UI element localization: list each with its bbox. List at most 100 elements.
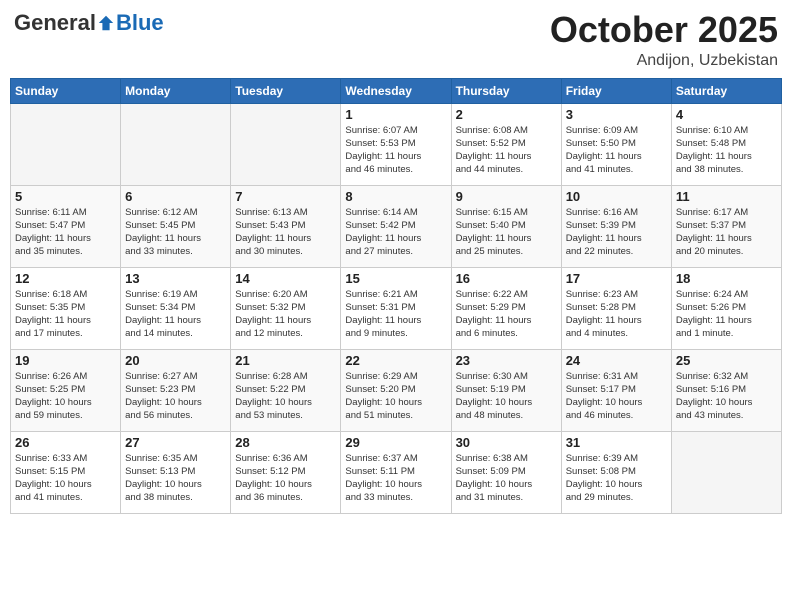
day-info: Sunrise: 6:29 AM Sunset: 5:20 PM Dayligh… [345,370,446,423]
calendar-week-3: 12Sunrise: 6:18 AM Sunset: 5:35 PM Dayli… [11,267,782,349]
day-info: Sunrise: 6:24 AM Sunset: 5:26 PM Dayligh… [676,288,777,341]
calendar-cell: 4 Sunrise: 6:10 AM Sunset: 5:48 PM Daylig… [671,103,781,185]
day-number: 25 [676,353,777,368]
day-info: Sunrise: 6:22 AM Sunset: 5:29 PM Dayligh… [456,288,557,341]
calendar-cell: 31Sunrise: 6:39 AM Sunset: 5:08 PM Dayli… [561,431,671,513]
calendar-cell: 30Sunrise: 6:38 AM Sunset: 5:09 PM Dayli… [451,431,561,513]
day-number: 30 [456,435,557,450]
calendar-cell: 19 Sunrise: 6:26 AM Sunset: 5:25 PM Dayli… [11,349,121,431]
weekday-header-wednesday: Wednesday [341,78,451,103]
day-info: Sunrise: 6:19 AM Sunset: 5:34 PM Dayligh… [125,288,226,341]
day-number: 2 [456,107,557,122]
weekday-header-thursday: Thursday [451,78,561,103]
day-info: Sunrise: 6:16 AM Sunset: 5:39 PM Dayligh… [566,206,667,259]
day-info: Sunrise: 6:27 AM Sunset: 5:23 PM Dayligh… [125,370,226,423]
calendar-cell: 21 Sunrise: 6:28 AM Sunset: 5:22 PM Dayli… [231,349,341,431]
day-info: Sunrise: 6:21 AM Sunset: 5:31 PM Dayligh… [345,288,446,341]
calendar-cell: 22Sunrise: 6:29 AM Sunset: 5:20 PM Dayli… [341,349,451,431]
calendar-cell: 8 Sunrise: 6:14 AM Sunset: 5:42 PM Daylig… [341,185,451,267]
day-info: Sunrise: 6:26 AM Sunset: 5:25 PM Dayligh… [15,370,116,423]
calendar-cell: 1 Sunrise: 6:07 AM Sunset: 5:53 PM Daylig… [341,103,451,185]
day-number: 12 [15,271,116,286]
day-number: 3 [566,107,667,122]
day-info: Sunrise: 6:20 AM Sunset: 5:32 PM Dayligh… [235,288,336,341]
day-number: 9 [456,189,557,204]
day-info: Sunrise: 6:37 AM Sunset: 5:11 PM Dayligh… [345,452,446,505]
calendar-cell [671,431,781,513]
calendar-cell: 14 Sunrise: 6:20 AM Sunset: 5:32 PM Dayli… [231,267,341,349]
day-number: 1 [345,107,446,122]
calendar-cell: 26 Sunrise: 6:33 AM Sunset: 5:15 PM Dayli… [11,431,121,513]
calendar-week-1: 1 Sunrise: 6:07 AM Sunset: 5:53 PM Daylig… [11,103,782,185]
day-info: Sunrise: 6:13 AM Sunset: 5:43 PM Dayligh… [235,206,336,259]
day-number: 17 [566,271,667,286]
calendar-cell [121,103,231,185]
weekday-header-tuesday: Tuesday [231,78,341,103]
calendar-table: SundayMondayTuesdayWednesdayThursdayFrid… [10,78,782,514]
page-header: General Blue October 2025 Andijon, Uzbek… [10,10,782,70]
day-number: 10 [566,189,667,204]
day-number: 19 [15,353,116,368]
day-info: Sunrise: 6:28 AM Sunset: 5:22 PM Dayligh… [235,370,336,423]
day-info: Sunrise: 6:32 AM Sunset: 5:16 PM Dayligh… [676,370,777,423]
calendar-cell: 18 Sunrise: 6:24 AM Sunset: 5:26 PM Dayli… [671,267,781,349]
weekday-header-friday: Friday [561,78,671,103]
calendar-cell: 2 Sunrise: 6:08 AM Sunset: 5:52 PM Daylig… [451,103,561,185]
weekday-header-sunday: Sunday [11,78,121,103]
weekday-header-monday: Monday [121,78,231,103]
calendar-cell: 16 Sunrise: 6:22 AM Sunset: 5:29 PM Dayli… [451,267,561,349]
month-title: October 2025 [550,10,778,50]
weekday-header-saturday: Saturday [671,78,781,103]
calendar-cell: 25 Sunrise: 6:32 AM Sunset: 5:16 PM Dayli… [671,349,781,431]
calendar-cell: 29 Sunrise: 6:37 AM Sunset: 5:11 PM Dayli… [341,431,451,513]
day-number: 23 [456,353,557,368]
calendar-cell: 27Sunrise: 6:35 AM Sunset: 5:13 PM Dayli… [121,431,231,513]
calendar-cell: 5Sunrise: 6:11 AM Sunset: 5:47 PM Daylig… [11,185,121,267]
calendar-cell: 11Sunrise: 6:17 AM Sunset: 5:37 PM Dayli… [671,185,781,267]
day-info: Sunrise: 6:33 AM Sunset: 5:15 PM Dayligh… [15,452,116,505]
day-number: 21 [235,353,336,368]
day-info: Sunrise: 6:10 AM Sunset: 5:48 PM Dayligh… [676,124,777,177]
day-number: 5 [15,189,116,204]
day-number: 16 [456,271,557,286]
day-number: 11 [676,189,777,204]
day-number: 24 [566,353,667,368]
location-text: Andijon, Uzbekistan [550,52,778,70]
calendar-cell: 23Sunrise: 6:30 AM Sunset: 5:19 PM Dayli… [451,349,561,431]
day-info: Sunrise: 6:39 AM Sunset: 5:08 PM Dayligh… [566,452,667,505]
day-info: Sunrise: 6:14 AM Sunset: 5:42 PM Dayligh… [345,206,446,259]
day-number: 28 [235,435,336,450]
calendar-cell: 12Sunrise: 6:18 AM Sunset: 5:35 PM Dayli… [11,267,121,349]
calendar-cell: 20 Sunrise: 6:27 AM Sunset: 5:23 PM Dayli… [121,349,231,431]
calendar-week-4: 19 Sunrise: 6:26 AM Sunset: 5:25 PM Dayli… [11,349,782,431]
calendar-cell: 9Sunrise: 6:15 AM Sunset: 5:40 PM Daylig… [451,185,561,267]
calendar-cell: 10 Sunrise: 6:16 AM Sunset: 5:39 PM Dayli… [561,185,671,267]
calendar-cell: 15 Sunrise: 6:21 AM Sunset: 5:31 PM Dayli… [341,267,451,349]
calendar-cell: 28Sunrise: 6:36 AM Sunset: 5:12 PM Dayli… [231,431,341,513]
day-number: 26 [15,435,116,450]
calendar-cell: 17Sunrise: 6:23 AM Sunset: 5:28 PM Dayli… [561,267,671,349]
title-block: October 2025 Andijon, Uzbekistan [550,10,778,70]
day-number: 14 [235,271,336,286]
day-number: 8 [345,189,446,204]
calendar-cell: 6 Sunrise: 6:12 AM Sunset: 5:45 PM Daylig… [121,185,231,267]
calendar-week-2: 5Sunrise: 6:11 AM Sunset: 5:47 PM Daylig… [11,185,782,267]
day-number: 20 [125,353,226,368]
day-number: 13 [125,271,226,286]
day-info: Sunrise: 6:07 AM Sunset: 5:53 PM Dayligh… [345,124,446,177]
day-number: 6 [125,189,226,204]
day-info: Sunrise: 6:12 AM Sunset: 5:45 PM Dayligh… [125,206,226,259]
day-number: 29 [345,435,446,450]
day-number: 18 [676,271,777,286]
calendar-cell: 13 Sunrise: 6:19 AM Sunset: 5:34 PM Dayli… [121,267,231,349]
calendar-cell [11,103,121,185]
day-number: 15 [345,271,446,286]
day-number: 4 [676,107,777,122]
logo-general-text: General [14,10,96,36]
day-info: Sunrise: 6:08 AM Sunset: 5:52 PM Dayligh… [456,124,557,177]
day-info: Sunrise: 6:31 AM Sunset: 5:17 PM Dayligh… [566,370,667,423]
calendar-week-5: 26 Sunrise: 6:33 AM Sunset: 5:15 PM Dayli… [11,431,782,513]
logo-blue-text: Blue [116,10,164,36]
day-number: 7 [235,189,336,204]
logo: General Blue [14,10,164,36]
